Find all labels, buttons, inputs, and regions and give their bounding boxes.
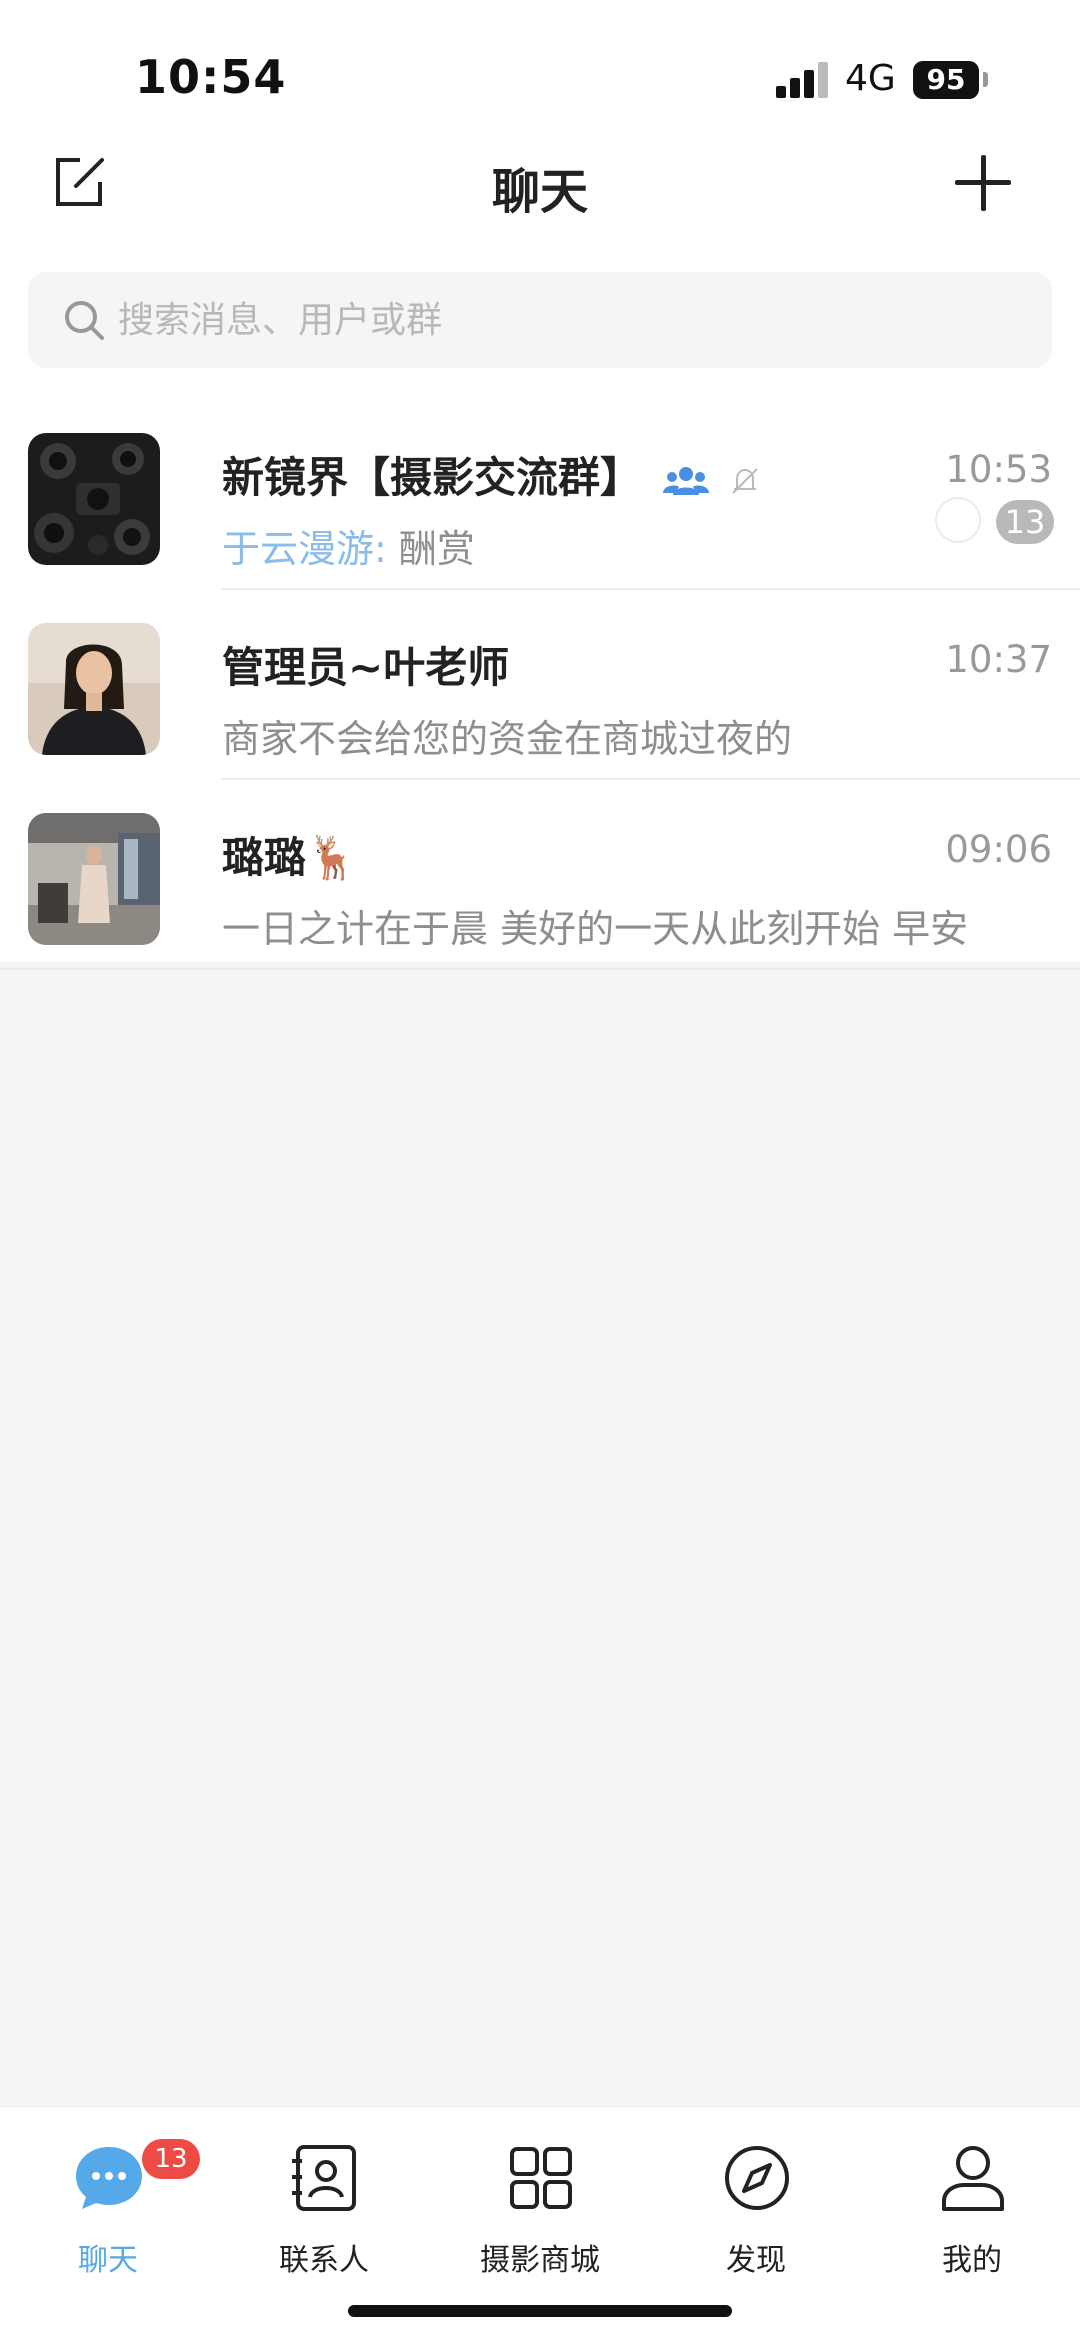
contacts-icon [292,2145,356,2211]
unread-badge: 13 [996,500,1054,544]
chat-name: 璐璐🦌 [222,833,359,882]
search-bar[interactable] [28,272,1052,368]
tab-me[interactable]: 我的 [864,2107,1080,2287]
mute-bell-icon [732,467,758,494]
tab-label: 我的 [942,2243,1002,2278]
avatar [28,433,160,565]
tab-contacts[interactable]: 联系人 [216,2107,432,2287]
chat-time: 09:06 [945,828,1052,871]
chat-item-photo-group[interactable]: 新镜界【摄影交流群】 10:53 于云漫游: 酬赏 [0,400,1080,590]
chat-name-text: 新镜界【摄影交流群】 [222,453,643,502]
signal-icon [776,62,828,98]
chat-preview: 于云漫游: 酬赏 [222,518,475,573]
tab-photo-mall[interactable]: 摄影商城 [432,2107,648,2287]
avatar [28,813,160,945]
page-title: 聊天 [491,164,588,220]
sender-name: 于云漫游: [222,527,387,571]
tab-chat[interactable]: 13 聊天 [0,2107,216,2287]
chat-name: 管理员~叶老师 [222,643,510,692]
search-input[interactable] [118,272,1018,368]
chat-list-screen: 10:54 4G 95 聊天 搜索消息、用户或群 新镜界【摄影交流群】 10:5… [0,0,1080,2342]
avatar [28,623,160,755]
divider [0,968,1080,970]
chat-name: 新镜界【摄影交流群】 [222,444,761,505]
chat-bubble-icon [76,2147,142,2209]
tab-discover[interactable]: 发现 [648,2107,864,2287]
status-circle [935,497,981,543]
chat-preview: 商家不会给您的资金在商城过夜的 [222,717,793,761]
tab-label: 摄影商城 [480,2243,600,2278]
compass-icon [725,2146,789,2210]
search-icon [65,301,104,340]
grid-icon [510,2147,572,2209]
tab-label: 联系人 [279,2243,369,2278]
status-time: 10:54 [135,50,287,104]
tab-label: 发现 [726,2243,786,2278]
preview-text: 酬赏 [398,527,475,571]
group-icon [662,466,709,495]
chat-preview: 一日之计在于晨 美好的一天从此刻开始 早安 [222,907,969,951]
home-indicator [348,2305,732,2317]
network-type: 4G [845,58,896,99]
chat-item-admin[interactable]: 管理员~叶老师 10:37 商家不会给您的资金在商城过夜的 [0,590,1080,780]
person-icon [942,2146,1004,2211]
plus-icon[interactable] [955,155,1011,211]
chat-time: 10:37 [945,638,1052,681]
battery-level: 95 [913,61,979,99]
tab-label: 聊天 [78,2243,138,2278]
battery-icon [983,72,988,87]
chat-time: 10:53 [945,448,1052,491]
tab-badge: 13 [142,2139,200,2179]
chat-item-lulu[interactable]: 璐璐🦌 09:06 一日之计在于晨 美好的一天从此刻开始 早安 [0,780,1080,970]
